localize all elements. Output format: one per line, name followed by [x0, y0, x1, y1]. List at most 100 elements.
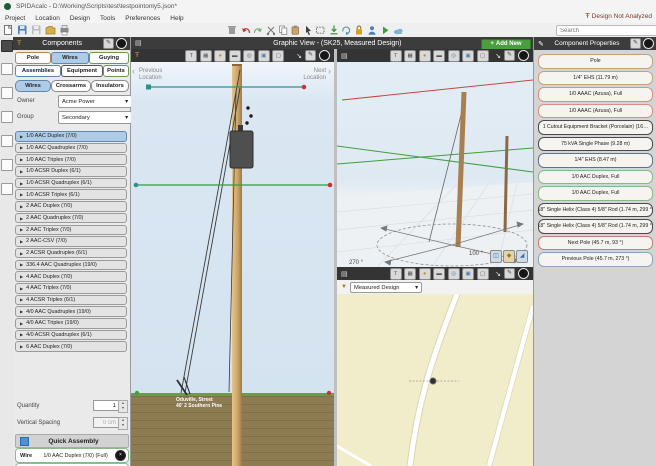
import-button[interactable]: [331, 26, 338, 34]
menu-preferences[interactable]: Preferences: [120, 15, 165, 22]
menu-tools[interactable]: Tools: [95, 15, 120, 22]
ruler-tool-button[interactable]: ▬: [433, 50, 445, 62]
wire-list-item[interactable]: ▶2 AAC-CSV (7/0): [15, 236, 127, 247]
owner-select[interactable]: Acme Power▾: [58, 95, 132, 108]
menu-project[interactable]: Project: [0, 15, 30, 22]
iso-view-canvas[interactable]: 270 ° 100 ° ◫ ◆ ◢: [337, 62, 533, 267]
target-tool-button[interactable]: ●: [214, 50, 226, 62]
image-tool-button[interactable]: ▣: [258, 50, 270, 62]
subtab-insulators[interactable]: Insulators: [91, 80, 129, 92]
wire-endpoint[interactable]: [328, 183, 333, 188]
run-analysis-button[interactable]: [383, 27, 389, 35]
detach-view-icon[interactable]: [319, 50, 330, 61]
wire-list-item[interactable]: ▶2 ACSR Quadruplex (6/1): [15, 248, 127, 259]
ground-endpoint[interactable]: [327, 391, 331, 395]
search-input[interactable]: [556, 25, 656, 36]
wire-list-item[interactable]: ▶1/0 ACSR Duplex (6/1): [15, 166, 127, 177]
side-strip-button[interactable]: [1, 111, 13, 123]
wire-list-item[interactable]: ▶6 AAC Duplex (7/0): [15, 341, 127, 352]
open-folder-button[interactable]: [46, 27, 55, 35]
design-select[interactable]: Measured Design ▾: [350, 282, 422, 293]
property-item-guy[interactable]: 1/4" EHS (8.47 m): [538, 153, 653, 168]
measure-button[interactable]: ◆: [503, 250, 515, 263]
wire-list-item[interactable]: ▶4 AAC Duplex (7/0): [15, 271, 127, 282]
menu-location[interactable]: Location: [30, 15, 65, 22]
undo-button[interactable]: [242, 28, 250, 33]
pan-button[interactable]: ◫: [490, 250, 502, 263]
wire-endpoint[interactable]: [134, 183, 139, 188]
property-item-guy[interactable]: 1/4" EHS (11.79 m): [538, 71, 653, 86]
snapshot-tool-button[interactable]: ◎: [243, 50, 255, 62]
wire-endpoint[interactable]: [146, 85, 151, 90]
previous-location-label[interactable]: Previous Location: [139, 68, 173, 82]
target-tool-button[interactable]: ●: [419, 50, 431, 62]
tab-points[interactable]: Points: [103, 65, 129, 77]
delete-button[interactable]: [228, 26, 236, 34]
transformer[interactable]: [230, 131, 253, 168]
wire-list-item[interactable]: ▶1/0 AAC Quadruplex (7/0): [15, 143, 127, 154]
snapshot-tool-button[interactable]: ◎: [448, 268, 460, 280]
property-item-next-pole[interactable]: Next Pole (45.7 m, 93 °): [538, 236, 653, 251]
user-button[interactable]: [369, 26, 376, 35]
insulator-point[interactable]: [246, 106, 249, 109]
property-item-anchor[interactable]: 18" Single Helix (Class 4) 5/8" Rod (1.7…: [538, 203, 653, 218]
wire-list-item[interactable]: ▶1/0 ACSR Quadruplex (6/1): [15, 178, 127, 189]
wire-list-item[interactable]: ▶2 AAC Quadruplex (7/0): [15, 213, 127, 224]
detach-view-icon[interactable]: [518, 50, 529, 61]
frame-tool-button[interactable]: ▢: [477, 50, 489, 62]
subtab-crossarms[interactable]: Crossarms: [51, 80, 91, 92]
ground-endpoint[interactable]: [135, 391, 139, 395]
detach-panel-icon[interactable]: [643, 38, 654, 49]
side-strip-button[interactable]: [1, 40, 13, 52]
wire-list-item[interactable]: ▶4/0 AAC Quadruplex (19/0): [15, 306, 127, 317]
vertical-spacing-stepper[interactable]: ▴▾: [118, 417, 128, 430]
secondary-span-wire[interactable]: [134, 183, 333, 188]
property-item-anchor[interactable]: 18" Single Helix (Class 4) 5/8" Rod (1.7…: [538, 219, 653, 234]
cut-button[interactable]: [267, 27, 275, 35]
save-all-button-disabled[interactable]: [32, 26, 41, 35]
wire-list-item[interactable]: ▶1/0 AAC Duplex (7/0): [15, 131, 127, 142]
side-strip-button[interactable]: [1, 87, 13, 99]
side-strip-button[interactable]: [1, 63, 13, 75]
next-location-label[interactable]: Next Location: [292, 68, 326, 82]
wire-endpoint[interactable]: [302, 85, 307, 90]
tab-assemblies[interactable]: Assemblies: [15, 65, 61, 77]
ruler-tool-button[interactable]: ▬: [229, 50, 241, 62]
print-button[interactable]: [61, 26, 69, 36]
property-item-wire[interactable]: 1/0 AAAC (Azusa), Full: [538, 87, 653, 102]
property-item-wire[interactable]: 1/0 AAC Duplex, Full: [538, 186, 653, 201]
frame-tool-button[interactable]: ▢: [477, 268, 489, 280]
subtab-wires[interactable]: Wires: [15, 80, 51, 92]
insulator-point[interactable]: [245, 121, 248, 124]
wire-list-item[interactable]: ▶2 AAC Duplex (7/0): [15, 201, 127, 212]
property-item-wire[interactable]: 1/0 AAAC (Azusa), Full: [538, 104, 653, 119]
snapshot-tool-button[interactable]: ◎: [448, 50, 460, 62]
edit-view-icon[interactable]: ✎: [305, 50, 316, 61]
wire-list-item[interactable]: ▶2 AAC Triplex (7/0): [15, 225, 127, 236]
wire-list-item[interactable]: ▶1/0 ACSR Triplex (6/1): [15, 189, 127, 200]
group-select[interactable]: Secondary▾: [58, 111, 132, 124]
property-item-equipment[interactable]: 75 kVA Single Phase (9.28 m): [538, 137, 653, 152]
property-item-wire[interactable]: 1/0 AAC Duplex, Full: [538, 170, 653, 185]
remove-wire-icon[interactable]: ×: [115, 450, 126, 461]
next-location-chevron[interactable]: ›: [328, 66, 331, 76]
image-tool-button[interactable]: ▣: [462, 268, 474, 280]
tab-pole[interactable]: Pole: [15, 52, 51, 64]
text-tool-button[interactable]: T: [185, 50, 197, 62]
detach-panel-icon[interactable]: [116, 38, 127, 49]
side-strip-button[interactable]: [1, 159, 13, 171]
quick-assembly-icon[interactable]: [20, 437, 29, 446]
adjacent-pole-3d[interactable]: [505, 136, 507, 232]
ruler-tool-button[interactable]: ▬: [433, 268, 445, 280]
wire-list-item[interactable]: ▶4 AAC Triplex (7/0): [15, 283, 127, 294]
frame-tool-button[interactable]: ▢: [272, 50, 284, 62]
front-view-overlay[interactable]: [131, 62, 334, 466]
pointer-tool-button[interactable]: [306, 26, 311, 35]
paste-button[interactable]: [292, 26, 299, 35]
copy-button[interactable]: [280, 26, 287, 35]
save-button[interactable]: [18, 26, 27, 35]
text-tool-button[interactable]: T: [390, 268, 402, 280]
quantity-input[interactable]: [93, 400, 119, 411]
property-item-equipment[interactable]: 1 Cutout Equipment Bracket (Porcelain) (…: [538, 120, 653, 135]
sync-button[interactable]: [343, 27, 350, 35]
